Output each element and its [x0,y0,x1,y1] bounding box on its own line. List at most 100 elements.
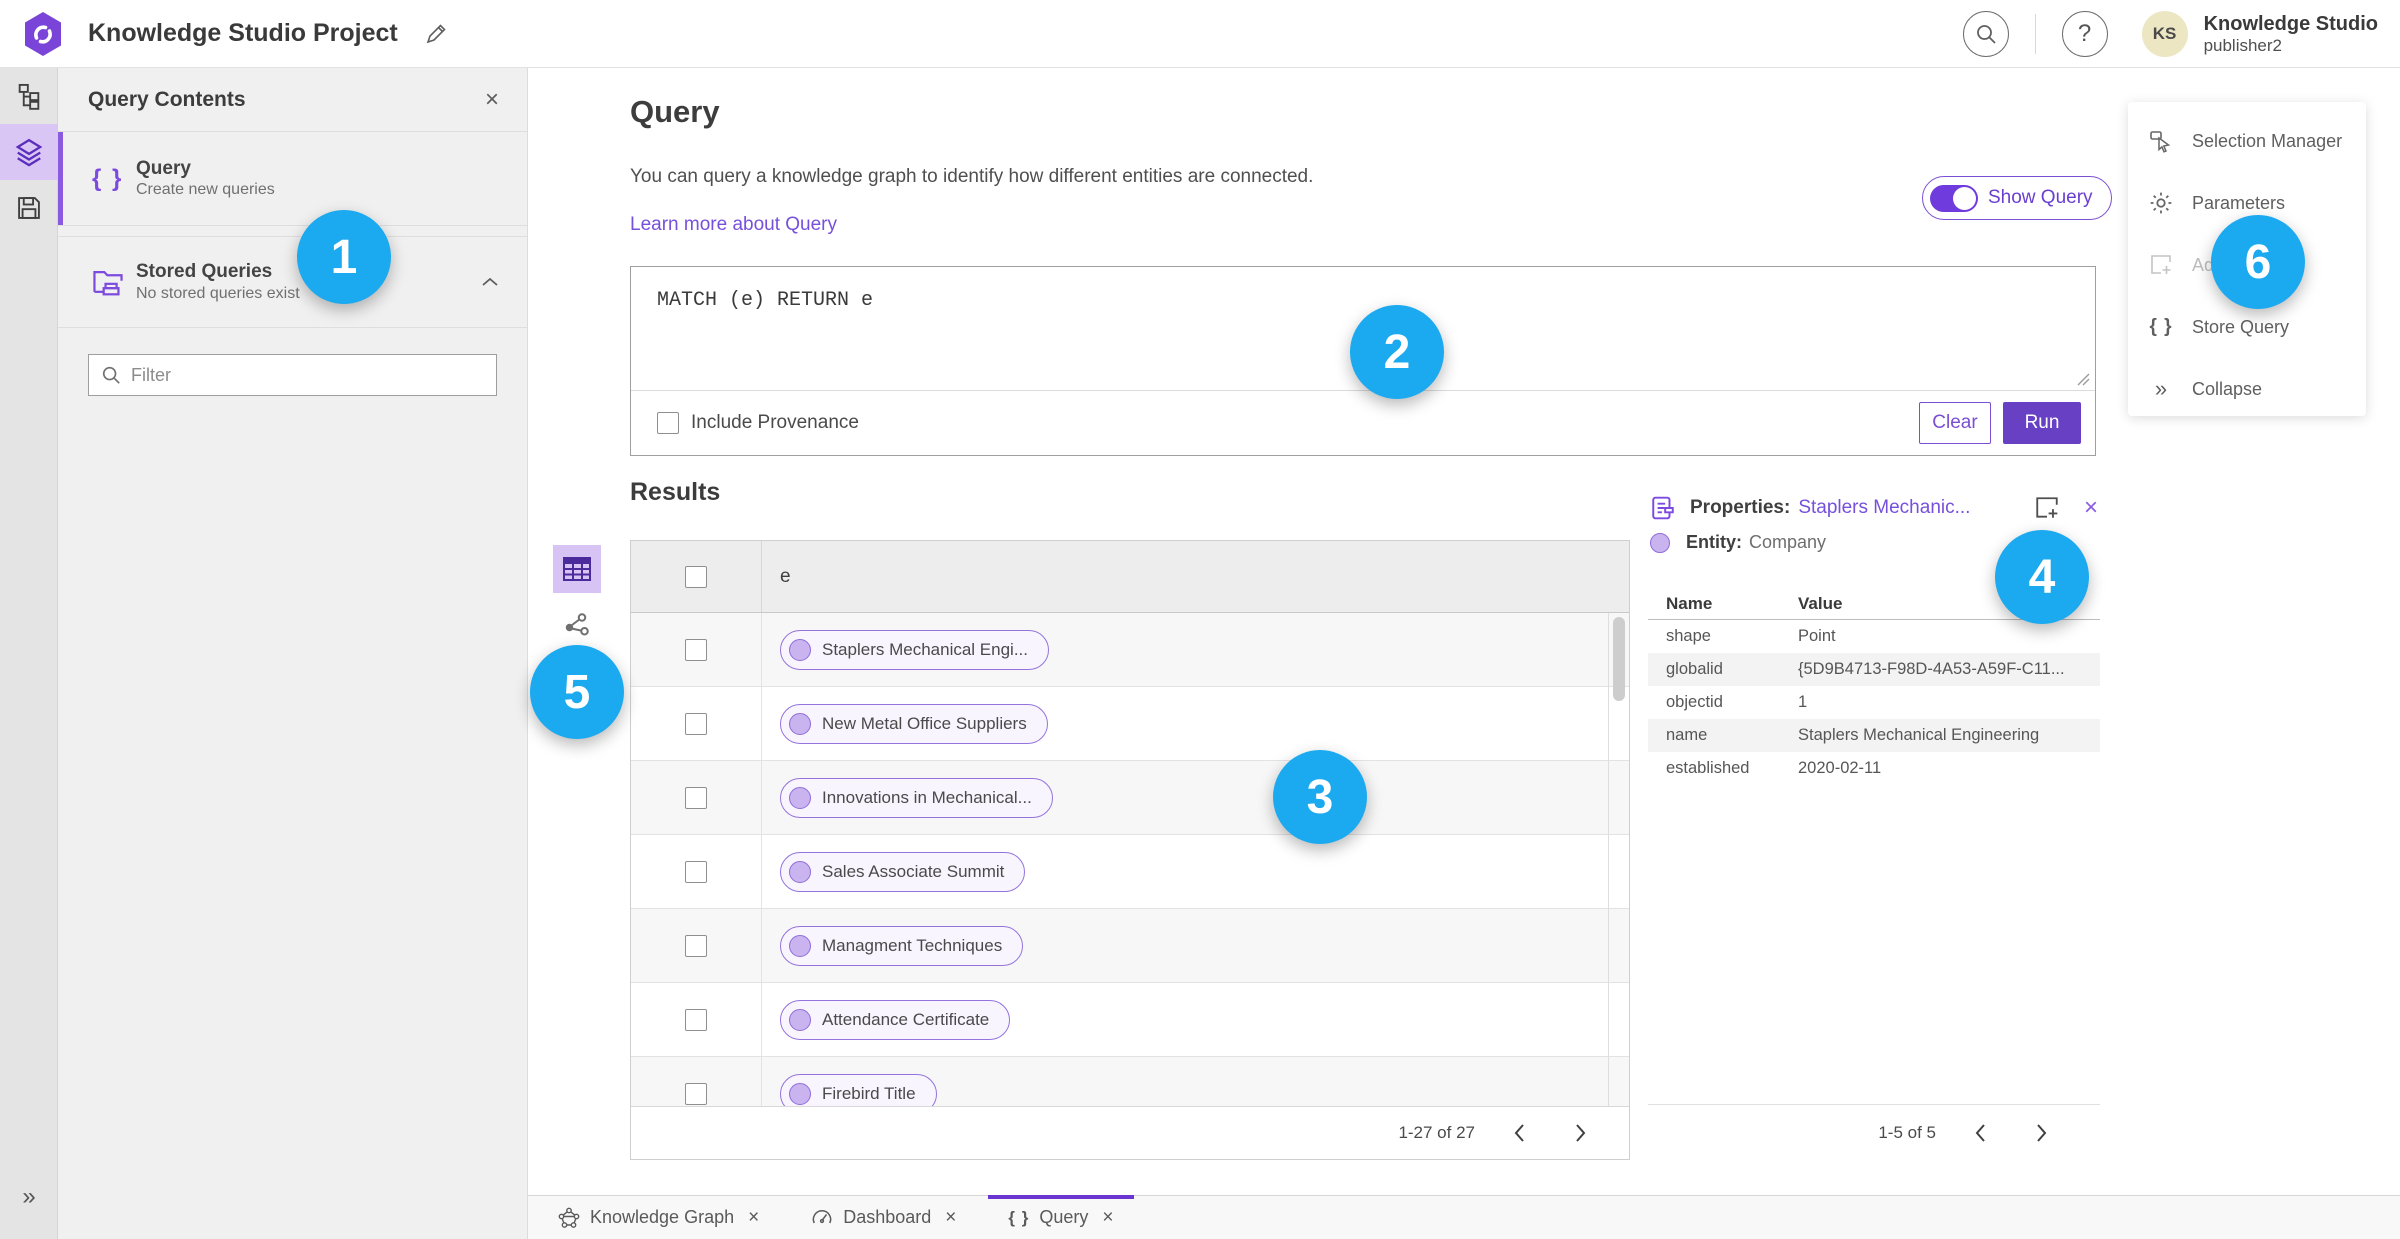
rail-item-layers[interactable] [0,124,58,180]
search-icon [1976,25,1996,44]
hierarchy-icon [18,83,40,110]
entity-icon [789,712,811,735]
properties-entity-link[interactable]: Staplers Mechanic... [1798,497,1970,519]
properties-footer: 1-5 of 5 [1648,1104,2100,1160]
entity-icon [789,786,811,809]
expand-rail-button[interactable]: » [0,1183,58,1211]
annotation-badge-5: 5 [530,645,624,739]
properties-header: Properties: Staplers Mechanic... × [1650,494,2098,522]
chevron-up-icon[interactable] [481,276,499,288]
property-name: established [1666,759,1750,777]
close-tab-icon[interactable]: × [1102,1207,1113,1229]
results-next-page-button[interactable] [1563,1115,1599,1151]
results-prev-page-button[interactable] [1501,1115,1537,1151]
menu-item-label: Parameters [2192,192,2286,213]
link-chart-view-button[interactable] [562,610,594,642]
bottom-tab-bar: Knowledge Graph × Dashboard × { } Query × [528,1194,2400,1239]
query-contents-panel: Query Contents × { } Query Create new qu… [58,68,528,1239]
stored-queries-folder-icon [93,271,123,296]
query-item-sublabel: Create new queries [136,181,275,199]
close-properties-icon[interactable]: × [2084,494,2098,522]
project-title: Knowledge Studio Project [88,19,398,47]
show-query-toggle[interactable]: Show Query [1922,176,2112,220]
entity-chip-label: Attendance Certificate [822,1009,990,1029]
learn-more-link[interactable]: Learn more about Query [630,214,837,236]
avatar[interactable]: KS [2141,11,2188,57]
row-checkbox[interactable] [685,786,707,809]
table-row: Sales Associate Summit [631,835,1629,909]
entity-chip[interactable]: New Metal Office Suppliers [780,703,1048,744]
properties-table-body: shape Point globalid {5D9B4713-F98D-4A53-A5… [1648,620,2100,785]
braces-icon: { } [2149,316,2173,337]
tab-knowledge-graph[interactable]: Knowledge Graph × [544,1196,773,1239]
menu-item-collapse[interactable]: » Collapse [2128,358,2366,420]
scrollbar-track [1608,613,1609,1106]
user-block[interactable]: Knowledge Studio publisher2 [2204,13,2378,56]
annotation-badge-4: 4 [1995,530,2089,624]
query-view: Query You can query a knowledge graph to… [528,68,2400,1195]
page-title: Query [630,94,720,129]
rail-item-data-model[interactable] [0,68,58,124]
chevron-left-icon [1514,1124,1524,1142]
entity-label: Entity: [1686,532,1742,552]
entity-icon [789,1008,811,1031]
query-editor-footer: Include Provenance Clear Run [631,390,2095,455]
properties-prev-page-button[interactable] [1962,1115,1998,1151]
entity-chip[interactable]: Staplers Mechanical Engi... [780,629,1049,670]
close-tab-icon[interactable]: × [748,1207,759,1229]
table-icon [563,557,591,581]
resize-handle[interactable] [2076,372,2090,386]
property-row: objectid 1 [1648,686,2100,719]
clear-button[interactable]: Clear [1919,402,1991,444]
tab-dashboard[interactable]: Dashboard × [797,1196,970,1239]
prop-col-name: Name [1666,593,1713,613]
selection-manager-icon [2150,131,2171,153]
table-view-button[interactable] [553,545,601,593]
include-provenance-checkbox[interactable] [657,412,679,434]
search-button[interactable] [1962,11,2009,57]
user-name: Knowledge Studio [2203,12,2378,35]
rail-item-save[interactable] [0,180,58,236]
close-panel-icon[interactable]: × [485,87,499,112]
row-checkbox[interactable] [685,934,707,957]
run-button[interactable]: Run [2003,402,2081,444]
select-all-checkbox[interactable] [685,565,707,588]
annotation-badge-3: 3 [1273,750,1367,844]
entity-chip[interactable]: Innovations in Mechanical... [780,777,1053,818]
row-checkbox[interactable] [685,860,707,883]
annotation-badge-2: 2 [1350,305,1444,399]
property-value: 2020-02-11 [1798,759,1882,777]
close-tab-icon[interactable]: × [945,1207,956,1229]
menu-item-selection-manager[interactable]: Selection Manager [2128,110,2366,172]
knowledge-graph-icon [558,1207,580,1228]
entity-chip[interactable]: Attendance Certificate [780,999,1011,1040]
properties-next-page-button[interactable] [2024,1115,2060,1151]
entity-chip[interactable]: Sales Associate Summit [780,851,1026,892]
sidebar-item-stored-queries[interactable]: Stored Queries No stored queries exist [58,236,527,328]
row-checkbox[interactable] [685,638,707,661]
edit-title-icon[interactable] [424,22,448,46]
knowledge-studio-app: Knowledge Studio Project ? KS Knowledge … [0,0,2400,1239]
scrollbar-thumb[interactable] [1613,617,1625,701]
entity-chip[interactable]: Firebird Title [780,1073,937,1106]
add-to-new-icon[interactable] [2034,496,2060,520]
tab-query[interactable]: { } Query × [988,1194,1134,1239]
property-name: name [1666,726,1708,744]
toggle-switch[interactable] [1930,184,1978,212]
entity-chip-label: Innovations in Mechanical... [822,787,1032,807]
sidebar-item-query[interactable]: { } Query Create new queries [58,132,527,226]
properties-doc-icon [1652,496,1674,520]
menu-item-label: Collapse [2192,378,2263,399]
table-row: Innovations in Mechanical... [631,761,1629,835]
entity-icon [789,1082,811,1105]
help-button[interactable]: ? [2061,11,2108,57]
property-name: shape [1666,627,1711,645]
tab-label: Dashboard [843,1207,932,1227]
query-contents-title: Query Contents [88,87,246,111]
row-checkbox[interactable] [685,1082,707,1105]
filter-input[interactable] [131,364,484,386]
row-checkbox[interactable] [685,712,707,735]
query-description: You can query a knowledge graph to ident… [630,166,1314,187]
entity-chip[interactable]: Managment Techniques [780,925,1024,966]
row-checkbox[interactable] [685,1008,707,1031]
